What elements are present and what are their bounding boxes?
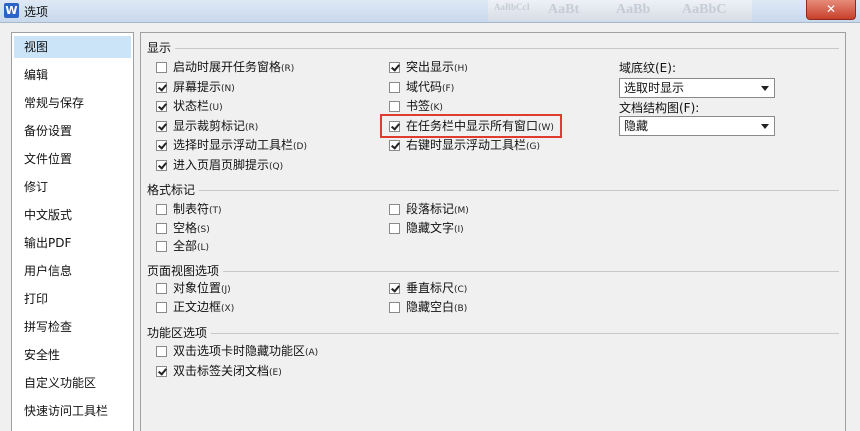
sidebar-item-user-info[interactable]: 用户信息 [14, 260, 131, 282]
checkbox-box[interactable] [156, 346, 167, 357]
checkbox-box[interactable] [156, 101, 167, 112]
checkbox-status-bar[interactable]: 状态栏(U) [156, 98, 223, 114]
checkbox-box[interactable] [389, 223, 400, 234]
chevron-down-icon [761, 124, 769, 129]
group-title-display: 显示 [147, 41, 172, 55]
checkbox-box[interactable] [156, 223, 167, 234]
checkbox-box[interactable] [389, 140, 400, 151]
field-shading-label: 域底纹(E): [619, 61, 676, 75]
sidebar-item-backup[interactable]: 备份设置 [14, 120, 131, 142]
field-shading-value: 选取时显示 [624, 81, 685, 95]
ghost-style-1: AaBbCcI [494, 2, 531, 12]
group-divider [211, 333, 839, 334]
sidebar-item-security[interactable]: 安全性 [14, 344, 131, 366]
checkbox-tab-characters[interactable]: 制表符(T) [156, 201, 222, 217]
sidebar-item-spellcheck[interactable]: 拼写检查 [14, 316, 131, 338]
sidebar-item-revision[interactable]: 修订 [14, 176, 131, 198]
checkbox-box[interactable] [156, 302, 167, 313]
document-map-value: 隐藏 [624, 119, 649, 133]
checkbox-box[interactable] [389, 62, 400, 73]
checkbox-box[interactable] [389, 101, 400, 112]
sidebar-item-print[interactable]: 打印 [14, 288, 131, 310]
checkbox-double-click-close-document[interactable]: 双击标签关闭文档(E) [156, 363, 282, 379]
checkbox-box[interactable] [389, 283, 400, 294]
ghost-style-2: AaBt [548, 2, 580, 17]
checkbox-paragraph-marks[interactable]: 段落标记(M) [389, 201, 469, 217]
checkbox-hide-white-space[interactable]: 隐藏空白(B) [389, 299, 467, 315]
document-map-label: 文档结构图(F): [619, 101, 700, 115]
group-divider [199, 190, 839, 191]
checkbox-box[interactable] [156, 204, 167, 215]
sidebar-item-general-save[interactable]: 常规与保存 [14, 92, 131, 114]
checkbox-box[interactable] [156, 82, 167, 93]
checkbox-box[interactable] [389, 204, 400, 215]
checkbox-all-marks[interactable]: 全部(L) [156, 238, 209, 254]
red-highlight-annotation [380, 114, 562, 138]
checkbox-spaces[interactable]: 空格(S) [156, 220, 210, 236]
checkbox-box[interactable] [156, 140, 167, 151]
wps-writer-icon: W [4, 3, 19, 18]
checkbox-floating-toolbar-on-select[interactable]: 选择时显示浮动工具栏(D) [156, 137, 307, 153]
window-title: 选项 [24, 5, 49, 19]
options-category-list: 视图 编辑 常规与保存 备份设置 文件位置 修订 中文版式 输出PDF 用户信息… [11, 32, 134, 431]
checkbox-crop-marks[interactable]: 显示裁剪标记(R) [156, 118, 258, 134]
document-map-dropdown[interactable]: 隐藏 [619, 116, 775, 136]
view-options-panel: 显示 启动时展开任务窗格(R) 屏幕提示(N) 状态栏(U) 显示裁剪标记(R)… [140, 32, 846, 431]
sidebar-item-export-pdf[interactable]: 输出PDF [14, 232, 131, 254]
checkbox-box[interactable] [389, 302, 400, 313]
group-divider [223, 271, 839, 272]
sidebar-item-view[interactable]: 视图 [14, 36, 131, 58]
checkbox-box[interactable] [389, 82, 400, 93]
sidebar-item-customize-ribbon[interactable]: 自定义功能区 [14, 372, 131, 394]
checkbox-text-boundaries[interactable]: 正文边框(X) [156, 299, 234, 315]
sidebar-item-quick-access[interactable]: 快速访问工具栏 [14, 400, 131, 422]
checkbox-floating-toolbar-on-right-click[interactable]: 右键时显示浮动工具栏(G) [389, 137, 540, 153]
ghost-style-4: AaBbC [682, 2, 727, 17]
group-title-format-marks: 格式标记 [147, 183, 196, 197]
group-title-page-view: 页面视图选项 [147, 264, 220, 278]
checkbox-expand-task-pane[interactable]: 启动时展开任务窗格(R) [156, 59, 294, 75]
ghost-style-3: AaBb [616, 2, 651, 17]
chevron-down-icon [761, 86, 769, 91]
checkbox-box[interactable] [156, 160, 167, 171]
sidebar-item-chinese-layout[interactable]: 中文版式 [14, 204, 131, 226]
background-ribbon-styles: AaBbCcI AaBt AaBb AaBbC [488, 0, 752, 21]
checkbox-box[interactable] [156, 62, 167, 73]
checkbox-double-click-hide-ribbon[interactable]: 双击选项卡时隐藏功能区(A) [156, 343, 318, 359]
checkbox-screen-tips[interactable]: 屏幕提示(N) [156, 79, 235, 95]
checkbox-header-footer-tip[interactable]: 进入页眉页脚提示(Q) [156, 157, 283, 173]
checkbox-vertical-ruler[interactable]: 垂直标尺(C) [389, 280, 467, 296]
title-bar: W 选项 AaBbCcI AaBt AaBb AaBbC ✕ [0, 0, 860, 23]
sidebar-item-file-location[interactable]: 文件位置 [14, 148, 131, 170]
group-title-ribbon-options: 功能区选项 [147, 326, 208, 340]
checkbox-box[interactable] [156, 283, 167, 294]
checkbox-hidden-text[interactable]: 隐藏文字(I) [389, 220, 464, 236]
close-button[interactable]: ✕ [806, 0, 856, 20]
group-divider [175, 48, 839, 49]
checkbox-bookmarks[interactable]: 书签(K) [389, 98, 443, 114]
checkbox-box[interactable] [156, 241, 167, 252]
checkbox-box[interactable] [156, 366, 167, 377]
checkbox-box[interactable] [156, 121, 167, 132]
sidebar-item-edit[interactable]: 编辑 [14, 64, 131, 86]
checkbox-highlight[interactable]: 突出显示(H) [389, 59, 468, 75]
checkbox-object-anchors[interactable]: 对象位置(J) [156, 280, 231, 296]
checkbox-field-codes[interactable]: 域代码(F) [389, 79, 454, 95]
field-shading-dropdown[interactable]: 选取时显示 [619, 78, 775, 98]
